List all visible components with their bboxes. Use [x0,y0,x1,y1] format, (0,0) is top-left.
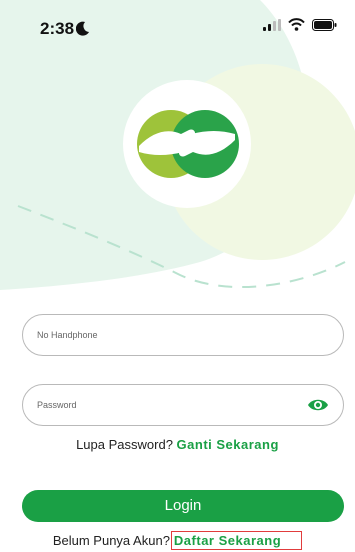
forgot-password-text: Lupa Password? [76,437,173,452]
register-link[interactable]: Daftar Sekarang [170,531,303,550]
moon-icon [76,21,89,36]
battery-icon [312,18,337,31]
register-text: Belum Punya Akun? [52,533,170,548]
login-button[interactable]: Login [22,490,344,522]
wifi-icon [288,18,305,31]
eye-icon[interactable] [307,396,329,414]
register-row: Belum Punya Akun? Daftar Sekarang [0,531,355,550]
password-field[interactable] [22,384,344,426]
status-icons [263,18,337,31]
status-time: 2:38 [40,19,75,38]
password-input[interactable] [37,385,287,425]
phone-field[interactable] [22,314,344,356]
reset-password-link[interactable]: Ganti Sekarang [177,437,279,452]
app-logo [123,80,251,208]
signal-icon [263,18,281,31]
logo-hands-icon [137,110,239,178]
phone-input[interactable] [37,315,287,355]
forgot-password-row: Lupa Password? Ganti Sekarang [0,437,355,452]
